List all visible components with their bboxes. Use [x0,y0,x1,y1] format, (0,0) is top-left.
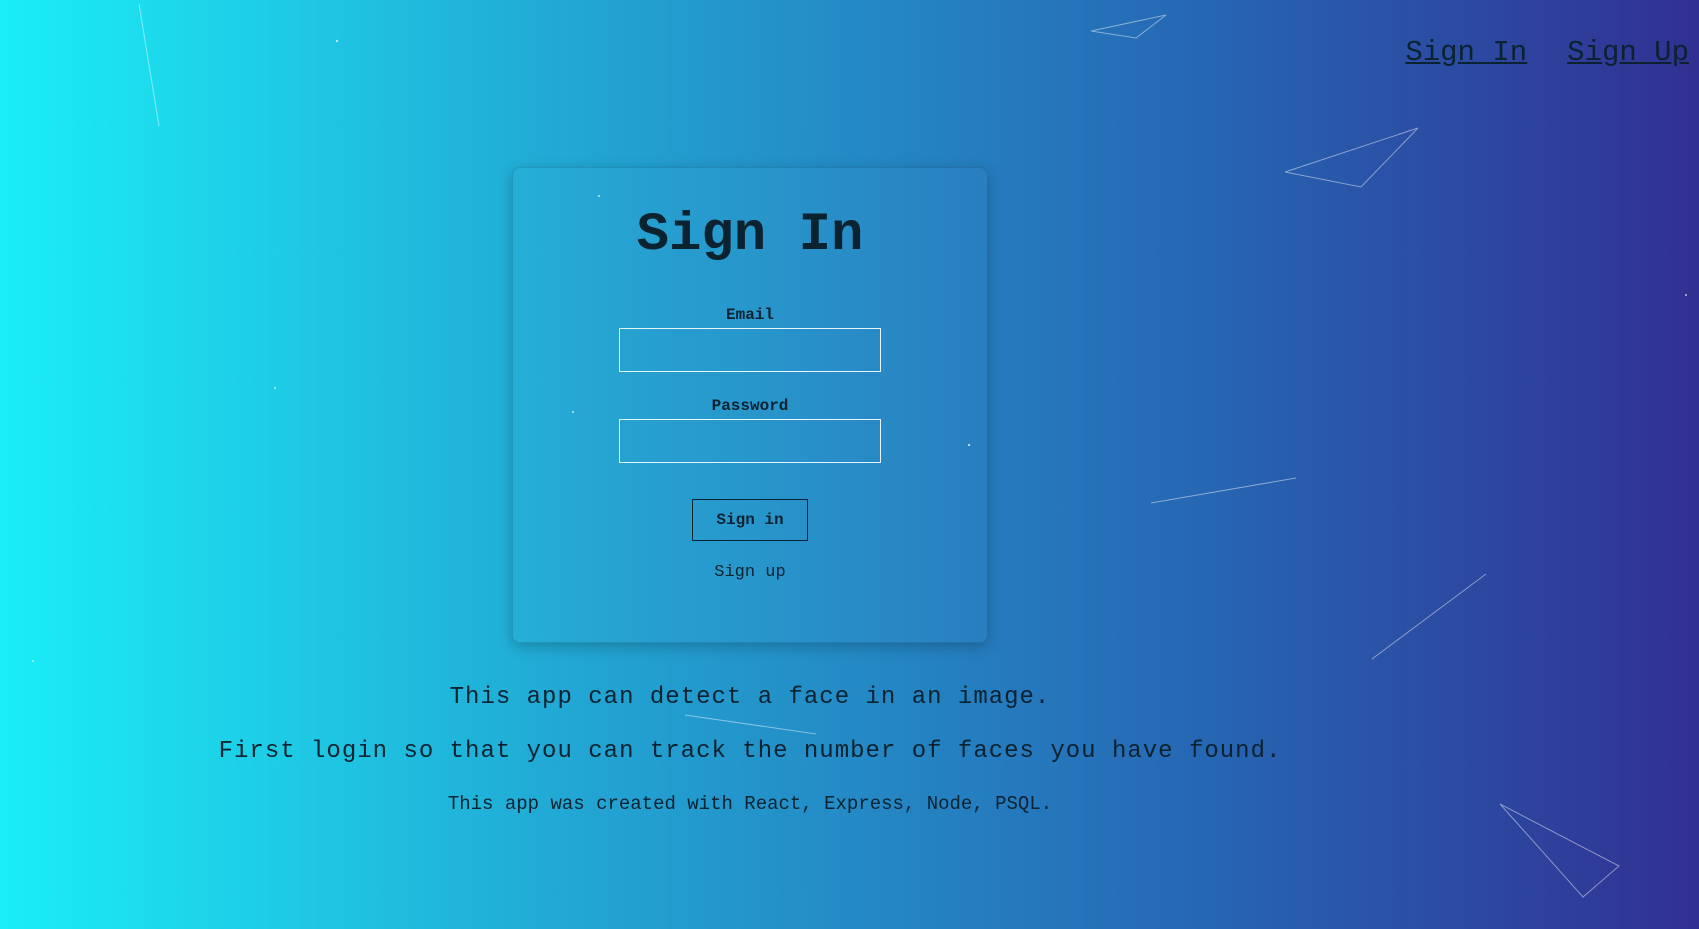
password-input[interactable] [619,419,881,463]
info-line-tech: This app was created with React, Express… [447,793,1053,815]
nav-sign-in-link[interactable]: Sign In [1405,36,1527,71]
top-nav: Sign In Sign Up [1405,36,1689,71]
email-label: Email [725,306,774,324]
sign-up-link[interactable]: Sign up [512,563,988,582]
form-title: Sign In [636,205,864,266]
nav-sign-up-link[interactable]: Sign Up [1567,36,1689,71]
sign-in-form: Sign In [512,0,988,929]
password-label: Password [711,397,789,415]
sign-in-button[interactable]: Sign in [692,499,808,541]
info-line-login: First login so that you can track the nu… [218,738,1282,765]
email-input[interactable] [619,328,881,372]
info-line-detect: This app can detect a face in an image. [449,684,1051,711]
